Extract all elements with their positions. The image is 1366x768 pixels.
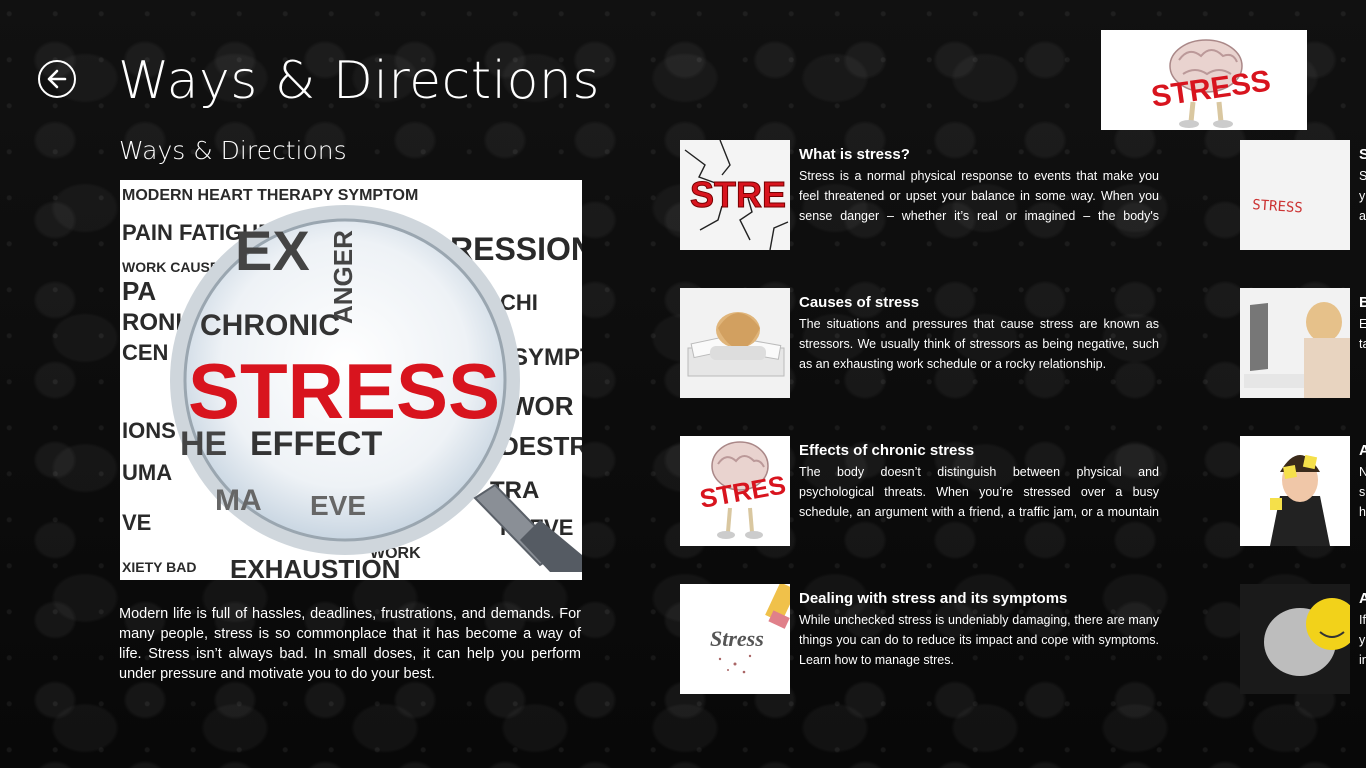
svg-text:STRE: STRE bbox=[690, 174, 786, 215]
eraser-stress-image: Stress bbox=[680, 584, 790, 694]
svg-text:CHRONIC: CHRONIC bbox=[200, 309, 340, 342]
woman-on-papers-image bbox=[680, 288, 790, 398]
item-description: If y in bbox=[1359, 613, 1366, 667]
item-description: The situations and pressures that cause … bbox=[799, 317, 1159, 371]
item-thumbnail: STRESS bbox=[1240, 140, 1350, 250]
item-title: A bbox=[1359, 590, 1366, 607]
stress-magnifier-image: MODERN HEART THERAPY SYMPTOM PAIN FATIGU… bbox=[120, 180, 582, 580]
svg-text:PA: PA bbox=[122, 276, 156, 306]
list-item[interactable]: B Eta bbox=[1240, 288, 1366, 398]
svg-text:MA: MA bbox=[215, 484, 262, 517]
svg-text:WOR: WOR bbox=[510, 391, 574, 421]
page-title: Ways & Directions bbox=[118, 51, 600, 111]
stress-ball-image bbox=[1240, 584, 1350, 694]
list-item[interactable]: Stress Dealing with stress and its sympt… bbox=[680, 584, 1160, 694]
written-stress-image: STRESS bbox=[1240, 140, 1350, 250]
item-thumbnail bbox=[1240, 288, 1350, 398]
list-item[interactable]: Causes of stress The situations and pres… bbox=[680, 288, 1160, 398]
item-thumbnail bbox=[1240, 436, 1350, 546]
svg-text:DESTR: DESTR bbox=[500, 431, 582, 461]
svg-text:SYMPT: SYMPT bbox=[512, 344, 582, 371]
list-item[interactable]: STRES Effects of chronic stress The body… bbox=[680, 436, 1160, 546]
brain-stress-logo: STRESS bbox=[1101, 30, 1307, 130]
svg-text:RONI: RONI bbox=[122, 309, 182, 336]
item-description: Nsih bbox=[1359, 465, 1366, 519]
svg-text:EFFECT: EFFECT bbox=[250, 425, 382, 463]
item-thumbnail: STRE bbox=[680, 140, 790, 250]
svg-text:Stress: Stress bbox=[710, 626, 764, 651]
item-thumbnail: STRES bbox=[680, 436, 790, 546]
svg-text:IONS: IONS bbox=[122, 418, 176, 443]
item-title: A bbox=[1359, 442, 1366, 459]
list-item[interactable]: STRE What is stress? Stress is a normal … bbox=[680, 140, 1160, 250]
item-title: S bbox=[1359, 146, 1366, 163]
item-description: While unchecked stress is undeniably dam… bbox=[799, 613, 1159, 667]
app-logo: STRESS bbox=[1101, 30, 1307, 130]
svg-text:CEN: CEN bbox=[122, 340, 168, 365]
item-description: Eta bbox=[1359, 317, 1366, 351]
person-at-monitor-image bbox=[1240, 288, 1350, 398]
item-title: What is stress? bbox=[799, 146, 910, 163]
svg-text:HE: HE bbox=[180, 425, 227, 463]
item-description: Stress is a normal physical response to … bbox=[799, 169, 1159, 223]
brain-stress-image: STRES bbox=[680, 436, 790, 546]
item-title: Dealing with stress and its symptoms bbox=[799, 590, 1068, 607]
sticky-notes-woman-image bbox=[1240, 436, 1350, 546]
section-description: Modern life is full of hassles, deadline… bbox=[119, 606, 581, 682]
list-item[interactable]: STRESS S Sya bbox=[1240, 140, 1366, 250]
item-thumbnail: Stress bbox=[680, 584, 790, 694]
cracked-wall-stress-image: STRE bbox=[680, 140, 790, 250]
svg-text:STRESS: STRESS bbox=[188, 347, 500, 435]
item-description: Sya bbox=[1359, 169, 1366, 223]
item-thumbnail bbox=[1240, 584, 1350, 694]
item-title: Effects of chronic stress bbox=[799, 442, 975, 459]
svg-text:WORK CAUSE: WORK CAUSE bbox=[122, 259, 219, 275]
item-thumbnail bbox=[680, 288, 790, 398]
list-item[interactable]: A Nsih bbox=[1240, 436, 1366, 546]
section-title[interactable]: Ways & Directions bbox=[119, 134, 347, 168]
svg-text:UMA: UMA bbox=[122, 460, 172, 485]
item-title: Causes of stress bbox=[799, 294, 920, 311]
arrow-left-icon bbox=[47, 69, 67, 89]
hero-image[interactable]: MODERN HEART THERAPY SYMPTOM PAIN FATIGU… bbox=[120, 180, 582, 580]
svg-text:MODERN HEART THERAPY SYMPTOM: MODERN HEART THERAPY SYMPTOM bbox=[122, 187, 418, 204]
svg-text:ANGER: ANGER bbox=[328, 230, 358, 324]
item-title: B bbox=[1359, 294, 1366, 311]
svg-text:XIETY BAD: XIETY BAD bbox=[122, 559, 196, 575]
svg-text:VE: VE bbox=[122, 510, 151, 535]
svg-text:EVE: EVE bbox=[310, 490, 366, 521]
back-button[interactable] bbox=[38, 60, 76, 98]
item-description: The body doesn’t distinguish between phy… bbox=[799, 465, 1159, 519]
list-item[interactable]: A If y in bbox=[1240, 584, 1366, 694]
svg-text:EX: EX bbox=[235, 219, 310, 282]
